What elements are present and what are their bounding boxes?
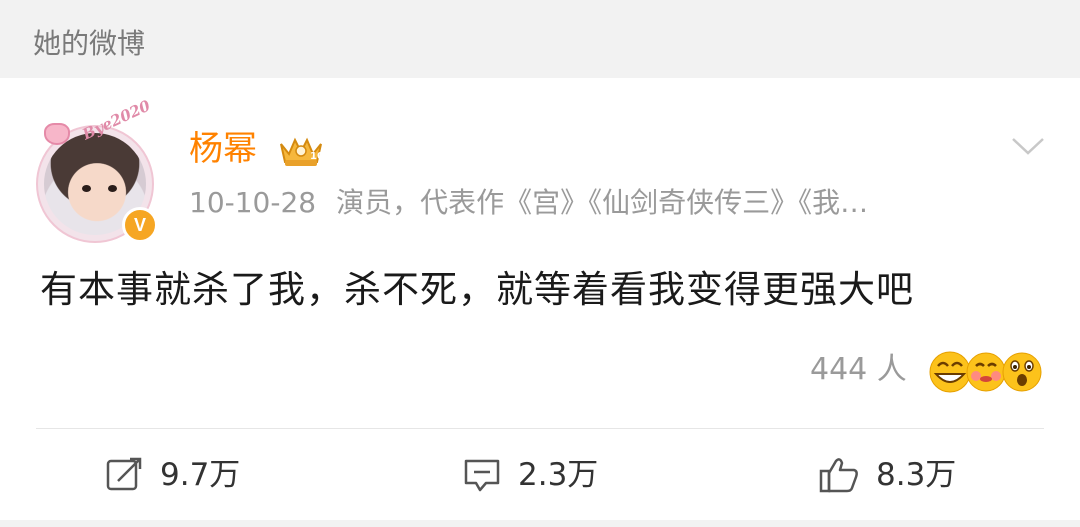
like-button[interactable]: 8.3万 <box>818 453 956 497</box>
reaction-emojis[interactable] <box>928 348 1048 394</box>
svg-text:10: 10 <box>310 151 324 162</box>
repost-button[interactable]: 9.7万 <box>104 453 240 497</box>
comment-count: 2.3万 <box>518 456 599 493</box>
shock-emoji-icon <box>1002 352 1042 392</box>
comment-icon <box>464 459 500 492</box>
avatar-eye-left <box>82 185 91 192</box>
section-header: 她的微博 <box>0 0 1080 78</box>
verified-badge: V <box>122 207 158 243</box>
post-date: 10-10-28 <box>189 188 317 219</box>
avatar[interactable]: Bye2020 V <box>36 96 158 243</box>
like-icon <box>819 458 858 493</box>
divider <box>36 428 1044 429</box>
author-description: 演员，代表作《宫》《仙剑奇侠传三》《我… <box>336 188 869 219</box>
laugh-emoji-icon <box>929 351 971 393</box>
section-title: 她的微博 <box>33 27 146 60</box>
post-card[interactable]: Bye2020 V 杨幂 10 10-10-28 演员，代表作《宫》《仙剑奇侠传三… <box>0 78 1080 527</box>
post-meta: 10-10-28 演员，代表作《宫》《仙剑奇侠传三》《我… <box>189 188 949 219</box>
reaction-count[interactable]: 444 人 <box>810 355 907 385</box>
bottom-separator <box>0 520 1080 527</box>
author-name[interactable]: 杨幂 <box>189 132 257 166</box>
like-count: 8.3万 <box>876 456 957 493</box>
repost-count: 9.7万 <box>160 456 241 493</box>
blush-emoji-icon <box>966 352 1006 392</box>
post-text: 有本事就杀了我，杀不死，就等着看我变得更强大吧 <box>40 268 914 311</box>
avatar-bow-decoration <box>44 123 70 145</box>
vip-crown-icon[interactable]: 10 <box>277 132 325 168</box>
avatar-eye-right <box>108 185 117 192</box>
repost-icon <box>106 457 142 491</box>
comment-button[interactable]: 2.3万 <box>462 453 598 497</box>
chevron-down-icon[interactable] <box>1010 134 1046 158</box>
